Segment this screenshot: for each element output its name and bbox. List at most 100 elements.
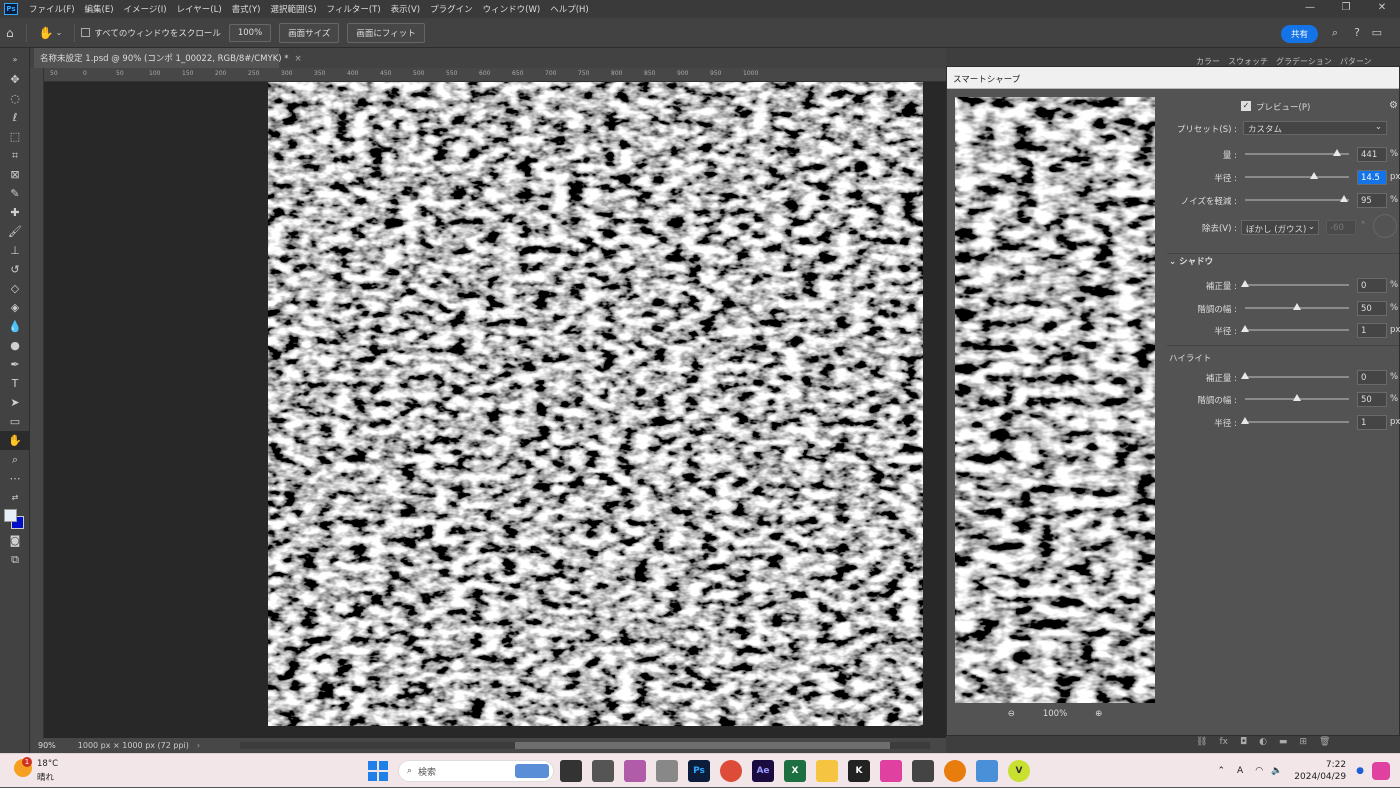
share-button[interactable]: 共有: [1280, 25, 1318, 43]
canvas-area[interactable]: [44, 82, 946, 738]
ime-indicator[interactable]: A: [1237, 766, 1243, 776]
healing-brush-tool-icon[interactable]: ✚: [0, 203, 30, 222]
document-tab[interactable]: 名称未設定 1.psd @ 90% (コンポ 1_00022, RGB/8#/C…: [34, 48, 302, 68]
close-tab-icon[interactable]: ×: [295, 54, 302, 64]
copilot-icon[interactable]: [1372, 762, 1390, 780]
marquee-tool-icon[interactable]: ◌: [0, 89, 30, 108]
shadow-tonal-input[interactable]: 50: [1357, 301, 1387, 316]
remove-select[interactable]: ぼかし (ガウス) ⌄: [1241, 220, 1319, 235]
restore-icon[interactable]: ❐: [1328, 0, 1364, 18]
wifi-icon[interactable]: ◠: [1255, 766, 1263, 776]
scroll-all-checkbox[interactable]: [81, 28, 91, 37]
amount-input[interactable]: 441: [1357, 147, 1387, 162]
preview-checkbox[interactable]: ✓: [1241, 101, 1251, 111]
chevron-up-icon[interactable]: ⌃: [1217, 766, 1225, 776]
shadow-amount-thumb[interactable]: [1241, 280, 1249, 287]
horizontal-scrollbar[interactable]: [240, 742, 930, 749]
volume-icon[interactable]: 🔈: [1271, 766, 1282, 776]
app-v-icon[interactable]: V: [1008, 760, 1030, 782]
shadow-tonal-slider[interactable]: [1245, 303, 1349, 310]
highlight-radius-slider[interactable]: [1241, 417, 1349, 424]
highlight-amount-slider[interactable]: [1241, 372, 1349, 379]
radius-slider[interactable]: [1245, 172, 1349, 179]
zoom-100-button[interactable]: 100%: [228, 23, 272, 42]
zoom-out-icon[interactable]: ⊖: [1008, 709, 1015, 719]
fx-icon[interactable]: fx: [1219, 737, 1228, 747]
search-icon[interactable]: ⌕: [1332, 26, 1338, 40]
radius-slider-thumb[interactable]: [1309, 172, 1318, 179]
notification-bell-icon[interactable]: ●: [1356, 766, 1364, 776]
path-select-tool-icon[interactable]: ➤: [0, 393, 30, 412]
menu-item[interactable]: イメージ(I): [119, 3, 172, 15]
preset-select[interactable]: カスタム ⌄: [1243, 121, 1387, 135]
clone-stamp-tool-icon[interactable]: ⊥: [0, 241, 30, 260]
shadow-amount-slider[interactable]: [1241, 280, 1349, 287]
rectangle-tool-icon[interactable]: ▭: [0, 412, 30, 431]
photoshop-taskbar-icon[interactable]: Ps: [688, 760, 710, 782]
highlight-radius-thumb[interactable]: [1241, 417, 1249, 424]
home-icon[interactable]: ⌂: [6, 26, 14, 40]
more-tools-icon[interactable]: ⋯: [0, 469, 30, 488]
move-tool-icon[interactable]: ✥: [0, 70, 30, 89]
folder-icon[interactable]: ▬: [1279, 737, 1288, 747]
help-icon[interactable]: ?: [1354, 26, 1360, 39]
noise-slider[interactable]: [1245, 195, 1349, 202]
close-icon[interactable]: ✕: [1364, 0, 1400, 18]
menu-item[interactable]: 表示(V): [386, 3, 425, 15]
shadow-tonal-thumb[interactable]: [1293, 303, 1301, 310]
dodge-tool-icon[interactable]: ●: [0, 336, 30, 355]
shadow-radius-thumb[interactable]: [1241, 325, 1249, 332]
chevron-down-icon[interactable]: ⌄: [1169, 257, 1176, 267]
paint-bucket-tool-icon[interactable]: ◈: [0, 298, 30, 317]
menu-item[interactable]: ウィンドウ(W): [478, 3, 546, 15]
highlight-amount-input[interactable]: 0: [1357, 370, 1387, 385]
menu-item[interactable]: ヘルプ(H): [545, 3, 594, 15]
pen-tool-icon[interactable]: ✒: [0, 355, 30, 374]
windows-start-icon[interactable]: [368, 761, 388, 781]
status-arrow-icon[interactable]: ›: [197, 741, 200, 750]
gear-icon[interactable]: ⚙: [1389, 100, 1398, 111]
mask-icon[interactable]: ◘: [1240, 737, 1247, 747]
workspace-icon[interactable]: ▭: [1372, 26, 1382, 39]
link-icon[interactable]: ⛓: [1196, 737, 1207, 747]
shadow-radius-slider[interactable]: [1241, 325, 1349, 332]
trash-icon[interactable]: 🗑: [1319, 737, 1330, 747]
eyedropper-tool-icon[interactable]: ✎: [0, 184, 30, 203]
menu-item[interactable]: 書式(Y): [227, 3, 266, 15]
blur-tool-icon[interactable]: 💧: [0, 317, 30, 336]
zoom-level[interactable]: 90%: [38, 741, 56, 750]
photoshop-logo-icon[interactable]: Ps: [4, 3, 18, 15]
color-swatches[interactable]: [0, 507, 30, 531]
taskbar-search[interactable]: ⌕ 検索: [398, 760, 554, 782]
app-k-icon[interactable]: K: [848, 760, 870, 782]
snipping-tool-icon[interactable]: [592, 760, 614, 782]
adjustment-icon[interactable]: ◐: [1259, 737, 1267, 747]
quick-mask-icon[interactable]: ◙: [0, 531, 30, 550]
brush-tool-icon[interactable]: 🖌: [0, 222, 30, 241]
preview-image[interactable]: [955, 97, 1155, 703]
zoom-in-icon[interactable]: ⊕: [1095, 709, 1102, 719]
after-effects-icon[interactable]: Ae: [752, 760, 774, 782]
chevron-down-icon[interactable]: ⌄: [56, 28, 63, 37]
highlight-tonal-slider[interactable]: [1245, 394, 1349, 401]
menu-item[interactable]: フィルター(T): [322, 3, 386, 15]
noise-input[interactable]: 95: [1357, 193, 1387, 208]
hand-tool-icon[interactable]: ✋: [0, 431, 30, 450]
collapse-icon[interactable]: »: [0, 48, 30, 70]
shadow-amount-input[interactable]: 0: [1357, 278, 1387, 293]
lasso-tool-icon[interactable]: ℓ: [0, 108, 30, 127]
app-flask-icon[interactable]: [976, 760, 998, 782]
chrome-icon[interactable]: [720, 760, 742, 782]
screen-mode-icon[interactable]: ⧉: [0, 550, 30, 569]
paint-icon[interactable]: [624, 760, 646, 782]
highlight-tonal-thumb[interactable]: [1293, 394, 1301, 401]
highlight-tonal-input[interactable]: 50: [1357, 392, 1387, 407]
new-layer-icon[interactable]: ⊞: [1299, 737, 1307, 747]
clock-date[interactable]: 2024/04/29: [1294, 771, 1346, 783]
file-explorer-icon[interactable]: [816, 760, 838, 782]
excel-icon[interactable]: X: [784, 760, 806, 782]
shadow-radius-input[interactable]: 1: [1357, 323, 1387, 338]
scroll-thumb[interactable]: [515, 742, 890, 749]
highlight-radius-input[interactable]: 1: [1357, 415, 1387, 430]
object-select-tool-icon[interactable]: ⬚: [0, 127, 30, 146]
